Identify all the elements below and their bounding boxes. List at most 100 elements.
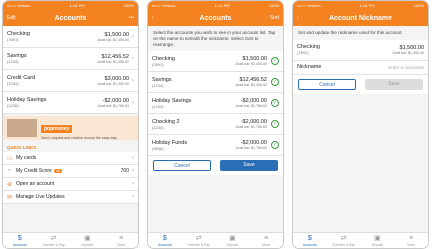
cancel-button[interactable]: Cancel (298, 78, 356, 90)
tab-deposit[interactable]: ▣ Deposit (216, 233, 250, 248)
dollar-icon: $ (307, 235, 312, 242)
nickname-input[interactable]: Enter a nickname (388, 65, 424, 70)
account-row[interactable]: Holiday Savings (1234) -$2,000.00 Avail ba… (148, 93, 283, 115)
instructions-text: Select the accounts you wish to see in y… (148, 26, 283, 52)
nickname-label: Nickname (297, 64, 322, 71)
available-balance: Avail bal: $1,450.00 (392, 50, 424, 55)
tab-deposit[interactable]: ▣ Deposit (71, 233, 105, 248)
chevron-right-icon: › (132, 181, 134, 187)
cancel-button[interactable]: Cancel (153, 160, 211, 172)
account-row[interactable]: Holiday Funds (9636) -$2,000.00 Avail bal:… (148, 135, 283, 157)
account-number: (7891) (7, 37, 19, 42)
checkmark-icon[interactable]: ✓ (271, 99, 279, 108)
account-row[interactable]: Savings (1234) $12,456.52 Avail bal: $1,45… (3, 48, 138, 70)
quick-link-credit-score[interactable]: ◔ My Credit Score 48 700 › (3, 165, 138, 178)
checkmark-icon[interactable]: ✓ (271, 141, 279, 150)
status-bar: •••○○ Verizon 1:14 PM 100% (148, 1, 283, 10)
tab-transfer-pay[interactable]: ⇄ Transfer & Pay (327, 233, 361, 248)
menu-icon: ≡ (119, 235, 124, 242)
chevron-right-icon: › (132, 194, 134, 200)
sort-accounts-screen: •••○○ Verizon 1:14 PM 100% ‹ Accounts So… (147, 0, 284, 249)
back-chevron-icon[interactable]: ‹ (297, 15, 313, 21)
tab-accounts[interactable]: $ Accounts (293, 233, 327, 248)
action-buttons: Cancel Save (293, 74, 428, 94)
chevron-right-icon: › (132, 33, 134, 40)
tab-more[interactable]: ≡ More (394, 233, 428, 248)
menu-icon: ≡ (264, 235, 269, 242)
plus-circle-icon: ⊕ (7, 181, 13, 188)
transfer-icon: ⇄ (195, 235, 202, 242)
account-row[interactable]: Checking (7891) $1,500.00 Avail bal: $1,45… (148, 51, 283, 73)
account-number: (1234) (7, 81, 19, 86)
account-row[interactable]: Savings (1234) $12,456.52 Avail bal: $1,45… (148, 72, 283, 94)
available-balance: Avail bal: $1,456.52 (97, 59, 129, 64)
edit-button[interactable]: Edit (7, 15, 23, 21)
nav-bar: ‹ Account Nickname (293, 10, 428, 26)
nickname-field-row: Nickname Enter a nickname (293, 60, 428, 75)
account-number: (9636) (152, 145, 164, 151)
tab-more[interactable]: ≡ More (249, 233, 283, 248)
chevron-right-icon: › (132, 168, 134, 174)
tab-label: More (262, 243, 270, 247)
credit-score-value: 700 (120, 168, 129, 174)
quick-link-live-updates[interactable]: ✉ Manage Live Updates › (3, 191, 138, 204)
tab-transfer-pay[interactable]: ⇄ Transfer & Pay (182, 233, 216, 248)
banner-subtitle: Send, request and receive money the easy… (41, 135, 117, 140)
accounts-screen: •••○○ Verizon 1:14 PM 100% Edit Accounts… (2, 0, 139, 249)
tab-accounts[interactable]: $ Accounts (148, 233, 182, 248)
tab-label: More (407, 243, 415, 247)
account-number: (7891) (297, 50, 309, 56)
checkmark-icon[interactable]: ✓ (271, 57, 279, 66)
banner-image (7, 119, 37, 137)
available-balance: Avail bal: $1,768.63 (235, 125, 267, 130)
more-menu-button[interactable]: ••• (118, 15, 134, 21)
account-amount: $12,456.52 (101, 53, 129, 60)
popmoney-banner[interactable]: popmoney Send, request and receive money… (3, 116, 138, 140)
account-number: (1234) (152, 103, 164, 109)
account-nickname-screen: •••○○ Verizon 1:14 PM 100% ‹ Account Nic… (292, 0, 429, 249)
quick-link-label: My Credit Score (16, 168, 52, 174)
quick-link-my-cards[interactable]: ▭ My cards › (3, 152, 138, 165)
bell-icon: ✉ (7, 194, 13, 201)
deposit-icon: ▣ (229, 235, 236, 242)
available-balance: Avail bal: $1,768.63 (97, 103, 129, 108)
save-button[interactable]: Save (365, 78, 423, 90)
carrier-text: •••○○ Verizon (7, 3, 31, 8)
tab-deposit[interactable]: ▣ Deposit (361, 233, 395, 248)
battery-text: 100% (268, 3, 279, 8)
chevron-right-icon: › (132, 55, 134, 62)
save-button[interactable]: Save (220, 160, 278, 172)
account-number: (1236) (7, 103, 19, 108)
checkmark-icon[interactable]: ✓ (271, 120, 279, 129)
tab-accounts[interactable]: $ Accounts (3, 233, 37, 248)
account-row[interactable]: Checking (7891) $1,500.00 Avail bal: $1,45… (3, 26, 138, 48)
tab-more[interactable]: ≡ More (104, 233, 138, 248)
back-chevron-icon[interactable]: ‹ (152, 15, 168, 21)
action-buttons: Cancel Save (148, 156, 283, 176)
sort-button[interactable]: Sort (263, 15, 279, 21)
dollar-icon: $ (162, 235, 167, 242)
account-row[interactable]: Holiday Savings (1236) -$2,000.00 Avail ba… (3, 92, 138, 114)
checkmark-icon[interactable]: ✓ (271, 78, 279, 87)
account-row[interactable]: Credit Card (1234) $3,000.00 Avail bal: $1… (3, 70, 138, 92)
account-amount: -$2,000.00 (102, 97, 129, 104)
account-row[interactable]: Checking 2 (1234) -$2,000.00 Avail bal: $1… (148, 114, 283, 136)
tab-label: Accounts (302, 243, 317, 247)
transfer-icon: ⇄ (340, 235, 347, 242)
status-bar: •••○○ Verizon 1:14 PM 100% (293, 1, 428, 10)
deposit-icon: ▣ (374, 235, 381, 242)
battery-text: 100% (413, 3, 424, 8)
page-title: Accounts (54, 14, 87, 22)
tab-label: Deposit (226, 243, 239, 247)
gauge-icon: ◔ (7, 168, 11, 174)
chevron-right-icon: › (132, 77, 134, 84)
status-bar: •••○○ Verizon 1:14 PM 100% (3, 1, 138, 10)
carrier-text: •••○○ Verizon (152, 3, 176, 8)
tab-label: Accounts (12, 243, 27, 247)
tab-transfer-pay[interactable]: ⇄ Transfer & Pay (37, 233, 71, 248)
tab-bar: $ Accounts ⇄ Transfer & Pay ▣ Deposit ≡ More (148, 232, 283, 248)
quick-link-open-account[interactable]: ⊕ Open an account › (3, 178, 138, 191)
quick-link-label: My cards (16, 155, 37, 161)
chevron-right-icon: › (132, 155, 134, 161)
account-number: (1234) (152, 124, 164, 130)
